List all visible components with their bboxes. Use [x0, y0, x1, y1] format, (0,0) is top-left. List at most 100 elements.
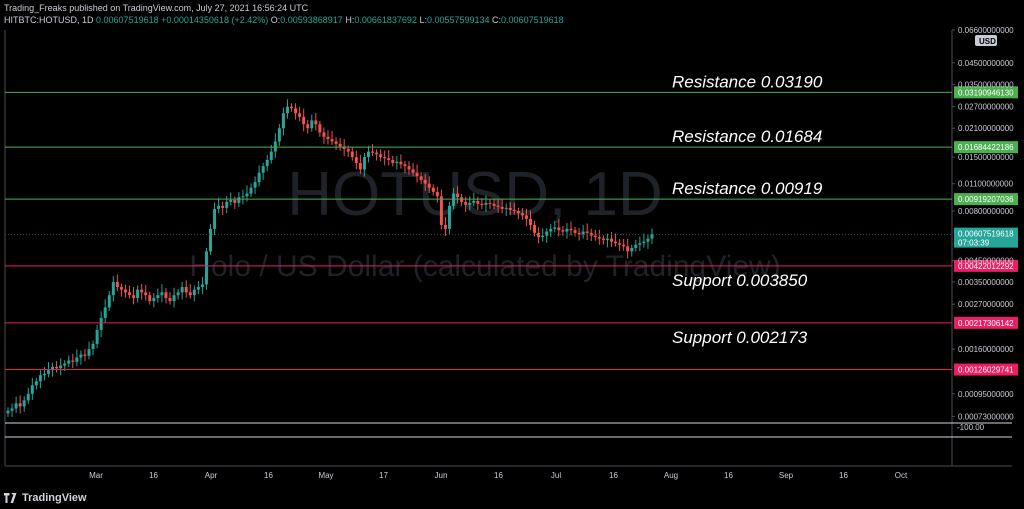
candle-body	[387, 158, 391, 161]
candle-body	[257, 172, 261, 183]
candle-body	[569, 228, 573, 231]
candle-body	[188, 292, 192, 296]
candle-body	[225, 201, 229, 208]
candle-body	[585, 231, 589, 233]
candle-body	[524, 215, 528, 219]
candle-body	[630, 247, 634, 252]
candle-body	[314, 120, 318, 125]
candle-body	[148, 295, 152, 302]
candle-body	[128, 292, 132, 296]
time-tick-label: 16	[149, 471, 158, 480]
candle-body	[601, 238, 605, 241]
candle-body	[55, 366, 59, 369]
candle-body	[476, 200, 480, 204]
candle-body	[520, 213, 524, 216]
price-tick-label: 0.04500000000	[958, 59, 1014, 68]
price-tick-label: 0.02700000000	[958, 103, 1014, 112]
candle-body	[152, 298, 156, 302]
candle-body	[249, 187, 253, 194]
candle-body	[338, 143, 342, 147]
candle-body	[496, 205, 500, 207]
price-tick-label: 0.00450000000	[958, 256, 1014, 265]
time-tick-label: 16	[494, 471, 503, 480]
candle-body	[362, 157, 366, 170]
candle-body	[411, 169, 415, 173]
candle-body	[123, 289, 127, 293]
candle-body	[533, 224, 537, 233]
candle-body	[34, 381, 38, 386]
candle-body	[192, 289, 196, 296]
candle-body	[237, 197, 241, 203]
candle-body	[597, 237, 601, 239]
candle-body	[95, 329, 99, 344]
candle-body	[504, 207, 508, 209]
price-tick-label: 0.02100000000	[958, 124, 1014, 133]
candle-body	[557, 227, 561, 231]
candle-body	[269, 151, 273, 161]
candle-body	[47, 370, 51, 374]
candle-body	[407, 166, 411, 170]
candle-body	[350, 151, 354, 158]
candle-body	[140, 289, 144, 293]
tradingview-logo-icon	[4, 493, 17, 503]
candle-body	[626, 246, 630, 252]
candle-body	[176, 292, 180, 296]
time-tick-label: 16	[839, 471, 848, 480]
time-tick-label: Mar	[89, 471, 103, 480]
candle-body	[160, 292, 164, 296]
candle-body	[184, 286, 188, 293]
current-price-value: 0.00607519618	[958, 230, 1014, 239]
candle-body	[306, 124, 310, 129]
price-tick-label: 0.00270000000	[958, 300, 1014, 309]
candle-body	[87, 349, 91, 356]
candle-body	[516, 211, 520, 214]
candle-body	[99, 317, 103, 330]
volume-axis-label: -100.00	[957, 423, 985, 432]
candle-body	[115, 281, 119, 287]
candle-body	[30, 385, 34, 394]
candle-body	[541, 235, 545, 238]
candle-body	[468, 202, 472, 205]
price-chart[interactable]: HOTUSD, 1DHolo / US Dollar (calculated b…	[0, 0, 1024, 509]
candle-body	[508, 207, 512, 210]
candle-body	[512, 209, 516, 212]
time-tick-label: Jul	[551, 471, 561, 480]
candle-body	[322, 132, 326, 137]
candle-body	[310, 120, 314, 129]
candle-body	[452, 193, 456, 206]
candle-body	[180, 286, 184, 293]
resistance-price-text: 0.01684422186	[958, 143, 1014, 152]
candle-body	[79, 354, 83, 358]
brand-name: TradingView	[22, 492, 87, 504]
candle-body	[326, 136, 330, 140]
candle-body	[318, 124, 322, 133]
price-tick-label: 0.01100000000	[958, 180, 1014, 189]
candle-body	[233, 199, 237, 203]
candle-body	[107, 295, 111, 308]
time-tick-label: Apr	[205, 471, 218, 480]
resistance-price-text: 0.03190946130	[958, 88, 1014, 97]
time-tick-label: 17	[379, 471, 388, 480]
candle-body	[59, 365, 63, 369]
price-tick-label: 0.00095000000	[958, 390, 1014, 399]
support-label: Support 0.003850	[672, 271, 808, 290]
candle-body	[265, 160, 269, 167]
candle-body	[346, 148, 350, 152]
candle-body	[241, 196, 245, 198]
resistance-price-text: 0.00919207036	[958, 195, 1014, 204]
candle-body	[330, 139, 334, 142]
candle-body	[204, 251, 208, 285]
candle-body	[379, 154, 383, 158]
candle-body	[111, 281, 115, 296]
candle-body	[638, 243, 642, 245]
watermark-symbol: HOTUSD, 1D	[287, 160, 662, 229]
candle-body	[358, 163, 362, 170]
candle-body	[605, 238, 609, 241]
candle-body	[371, 151, 375, 153]
candle-body	[427, 183, 431, 188]
candle-body	[75, 357, 79, 362]
time-tick-label: 16	[264, 471, 273, 480]
candle-body	[500, 206, 504, 209]
candle-body	[423, 179, 427, 184]
candle-body	[577, 232, 581, 235]
